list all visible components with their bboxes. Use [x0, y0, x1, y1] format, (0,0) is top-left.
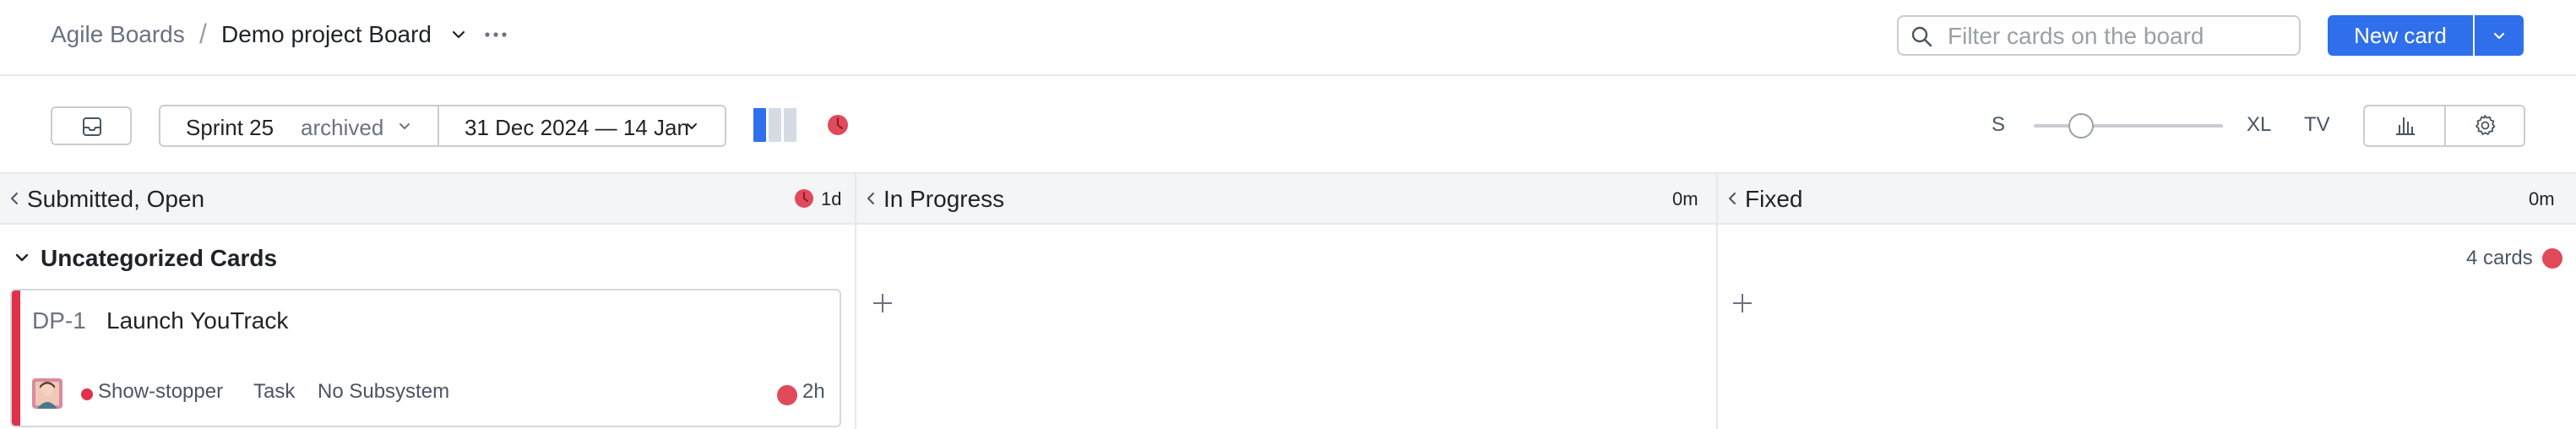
- board-title[interactable]: Demo project Board: [221, 21, 432, 48]
- sprint-status: archived: [301, 115, 384, 140]
- column-title: In Progress: [883, 186, 1005, 212]
- inbox-button[interactable]: [51, 106, 132, 145]
- inbox-icon: [83, 117, 101, 136]
- alert-icon: [795, 189, 813, 208]
- chevron-left-icon[interactable]: [8, 191, 22, 206]
- card-size-slider-thumb[interactable]: [2068, 113, 2094, 138]
- priority-indicator: [81, 388, 93, 400]
- priority-stripe: [12, 291, 20, 426]
- column-title: Submitted, Open: [27, 186, 205, 212]
- chevron-down-icon[interactable]: [449, 25, 468, 44]
- column-headers: Submitted, Open 1d In Progress 0m Fixed …: [0, 174, 2576, 225]
- chevron-down-icon[interactable]: [14, 251, 30, 266]
- issue-summary[interactable]: Launch YouTrack: [106, 307, 288, 334]
- board-toolbar: Sprint 25 archived 31 Dec 2024 — 14 Jan …: [0, 78, 2576, 174]
- chevron-down-icon: [399, 123, 410, 129]
- card-size-small-label: S: [1992, 113, 2006, 136]
- tv-mode-button[interactable]: TV: [2304, 113, 2330, 137]
- chart-icon: [2396, 117, 2415, 135]
- issue-card[interactable]: DP-1 Launch YouTrack Show-stopper Task N…: [10, 289, 841, 427]
- chevron-down-icon: [2493, 32, 2505, 40]
- priority-field[interactable]: Show-stopper: [98, 380, 223, 404]
- column-cycle-time: 0m: [2529, 188, 2555, 209]
- column-cycle-time: 1d: [821, 188, 842, 209]
- column-header-submitted-open[interactable]: Submitted, Open 1d: [0, 174, 855, 223]
- column-header-in-progress[interactable]: In Progress 0m: [856, 174, 1716, 223]
- sprint-dropdown[interactable]: Sprint 25 archived: [160, 106, 439, 145]
- card-size-large-label: XL: [2247, 113, 2272, 136]
- column-divider: [855, 174, 856, 429]
- alert-icon: [777, 385, 797, 405]
- new-card-button[interactable]: New card: [2328, 15, 2473, 56]
- chevron-down-icon[interactable]: [684, 118, 699, 133]
- chevron-left-icon[interactable]: [865, 191, 878, 206]
- board-actions: [2363, 105, 2525, 147]
- avatar[interactable]: [32, 378, 62, 409]
- swimlane-card-count: 4 cards: [2466, 247, 2533, 269]
- type-field[interactable]: Task: [253, 380, 295, 404]
- chart-button[interactable]: [2365, 106, 2446, 145]
- add-card-button[interactable]: [870, 291, 895, 316]
- column-cycle-time: 0m: [1672, 188, 1698, 209]
- search-input[interactable]: [1948, 20, 2285, 52]
- swimlane-icon[interactable]: [752, 106, 801, 144]
- breadcrumb-separator: /: [199, 19, 207, 49]
- breadcrumb-agile-boards[interactable]: Agile Boards: [51, 21, 185, 48]
- more-icon[interactable]: [481, 20, 510, 49]
- chevron-left-icon[interactable]: [1726, 191, 1740, 206]
- column-header-fixed[interactable]: Fixed 0m: [1718, 174, 2576, 223]
- swimlane-title[interactable]: Uncategorized Cards: [41, 245, 277, 272]
- column-divider: [1716, 174, 1718, 429]
- issue-id[interactable]: DP-1: [32, 307, 86, 334]
- sprint-selector: Sprint 25 archived 31 Dec 2024 — 14 Jan: [159, 105, 726, 147]
- subsystem-field[interactable]: No Subsystem: [318, 380, 449, 404]
- header: Agile Boards / Demo project Board New ca…: [0, 0, 2576, 76]
- board-settings-button[interactable]: [2446, 106, 2525, 145]
- alert-icon[interactable]: [827, 114, 849, 136]
- search-box: [1897, 15, 2301, 56]
- card-size-slider[interactable]: [2034, 124, 2223, 128]
- search-icon: [1911, 26, 1932, 47]
- new-card-menu-button[interactable]: [2475, 15, 2524, 56]
- estimation-field[interactable]: 2h: [802, 380, 825, 404]
- add-card-button[interactable]: [1730, 291, 1755, 316]
- sprint-date-range[interactable]: 31 Dec 2024 — 14 Jan: [465, 115, 689, 141]
- alert-icon: [2542, 248, 2562, 269]
- gear-icon: [2475, 115, 2496, 135]
- sprint-name: Sprint 25: [186, 115, 274, 140]
- column-title: Fixed: [1745, 186, 1803, 212]
